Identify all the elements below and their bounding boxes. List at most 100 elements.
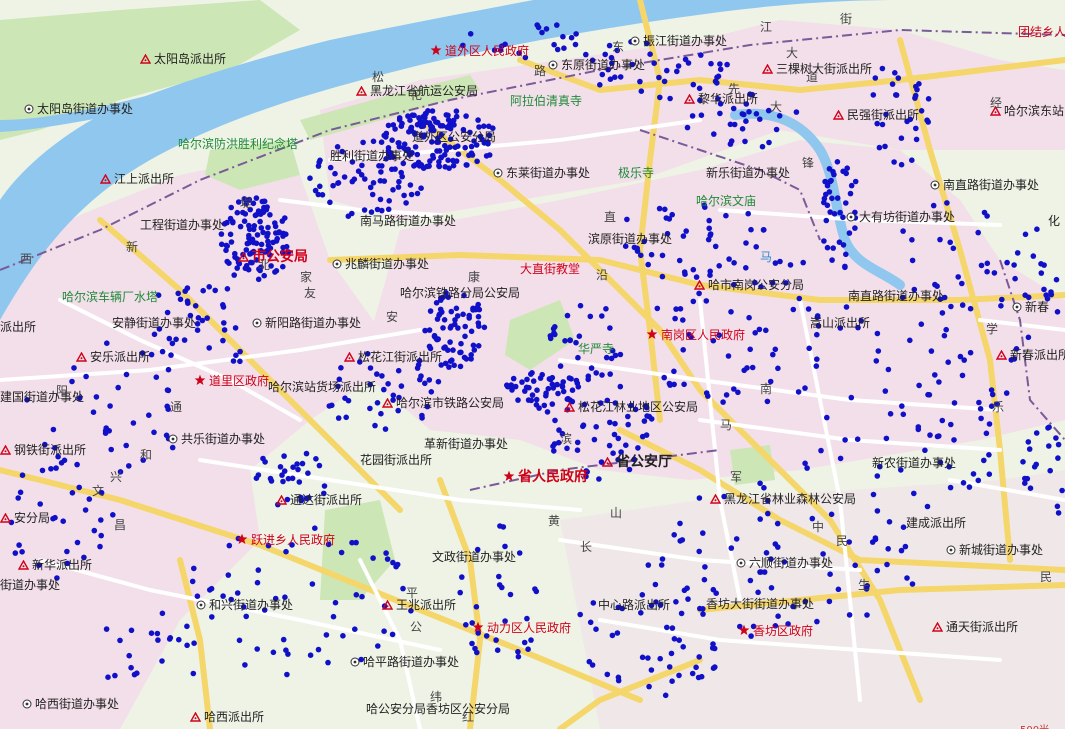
incident-point: [467, 31, 474, 37]
incident-point: [315, 646, 322, 653]
incident-point: [629, 61, 636, 68]
incident-point: [231, 272, 237, 278]
incident-point: [984, 213, 990, 219]
incident-point: [876, 144, 883, 151]
incident-point: [261, 272, 268, 279]
incident-point: [475, 630, 482, 636]
incident-point: [71, 365, 77, 371]
incident-point: [716, 332, 722, 339]
incident-point: [521, 639, 528, 646]
incident-point: [468, 143, 475, 150]
incident-point: [156, 326, 163, 332]
incident-point: [535, 24, 542, 31]
incident-point: [228, 204, 234, 211]
incident-point: [898, 467, 904, 473]
incident-point: [593, 626, 599, 632]
incident-point: [643, 40, 650, 47]
incident-point: [612, 74, 618, 80]
incident-point: [261, 198, 268, 205]
incident-point: [1041, 262, 1047, 268]
incident-point: [530, 378, 537, 384]
incident-point: [742, 138, 748, 145]
incident-point: [429, 139, 435, 145]
incident-point: [696, 548, 702, 555]
incident-point: [848, 394, 855, 401]
incident-point: [707, 272, 713, 279]
incident-point: [664, 230, 671, 237]
incident-point: [813, 363, 820, 369]
incident-point: [991, 270, 998, 276]
incident-point: [951, 400, 958, 406]
incident-point: [766, 139, 772, 146]
incident-point: [823, 217, 830, 224]
incident-point: [82, 507, 89, 513]
incident-point: [743, 118, 749, 124]
incident-point: [42, 441, 48, 448]
incident-point: [684, 124, 691, 131]
incident-point: [108, 446, 114, 453]
incident-point: [758, 569, 764, 575]
incident-point: [1055, 441, 1062, 448]
incident-point: [854, 436, 861, 443]
incident-point: [986, 421, 993, 427]
incident-point: [632, 406, 639, 413]
incident-point: [922, 447, 928, 454]
incident-point: [164, 309, 171, 316]
incident-point: [426, 377, 433, 383]
incident-point: [697, 605, 703, 612]
incident-point: [361, 207, 368, 213]
incident-point: [815, 323, 822, 329]
incident-point: [50, 426, 57, 433]
incident-point: [986, 471, 993, 478]
incident-point: [429, 124, 436, 130]
incident-point: [374, 371, 380, 377]
incident-point: [587, 313, 594, 320]
incident-point: [192, 303, 199, 309]
incident-point: [455, 325, 461, 331]
incident-point: [153, 374, 160, 381]
incident-point: [493, 637, 499, 643]
incident-point: [408, 191, 415, 198]
incident-point: [16, 542, 22, 548]
incident-point: [401, 192, 407, 199]
incident-point: [547, 335, 554, 342]
incident-point: [165, 435, 172, 442]
map-view[interactable]: 太阳岛派出所 道外区人民政府 振江街道办事处 团结乡人 太阳岛街道办事处 黑龙江省航运公安…: [0, 0, 1065, 729]
incident-point: [414, 190, 421, 197]
incident-point: [945, 359, 951, 366]
incident-point: [590, 600, 597, 606]
incident-point: [424, 163, 430, 170]
incident-point: [312, 525, 318, 531]
incident-point: [712, 243, 719, 250]
incident-point: [398, 383, 405, 389]
incident-point: [265, 230, 271, 237]
incident-point: [261, 607, 268, 613]
incident-point: [1048, 291, 1055, 298]
incident-point: [904, 575, 910, 581]
incident-point: [510, 375, 517, 382]
incident-point: [177, 296, 184, 303]
incident-point: [551, 330, 557, 336]
incident-point: [902, 543, 909, 550]
incident-point: [639, 592, 646, 598]
incident-point: [461, 292, 467, 299]
incident-point: [173, 336, 179, 343]
incident-point: [449, 357, 455, 364]
incident-point: [372, 422, 378, 429]
incident-point: [560, 388, 567, 395]
incident-point: [242, 211, 249, 217]
incident-point: [258, 247, 264, 254]
incident-point: [634, 245, 640, 252]
incident-point: [258, 264, 264, 271]
incident-point: [194, 321, 201, 327]
incident-point: [814, 313, 821, 319]
incident-point: [341, 174, 348, 180]
incident-point: [105, 674, 111, 680]
incident-point: [463, 622, 469, 628]
incident-point: [279, 472, 285, 478]
incident-point: [418, 185, 424, 191]
incident-point: [557, 363, 564, 369]
incident-point: [528, 371, 534, 377]
incident-point: [628, 39, 634, 45]
incident-point: [824, 244, 831, 251]
